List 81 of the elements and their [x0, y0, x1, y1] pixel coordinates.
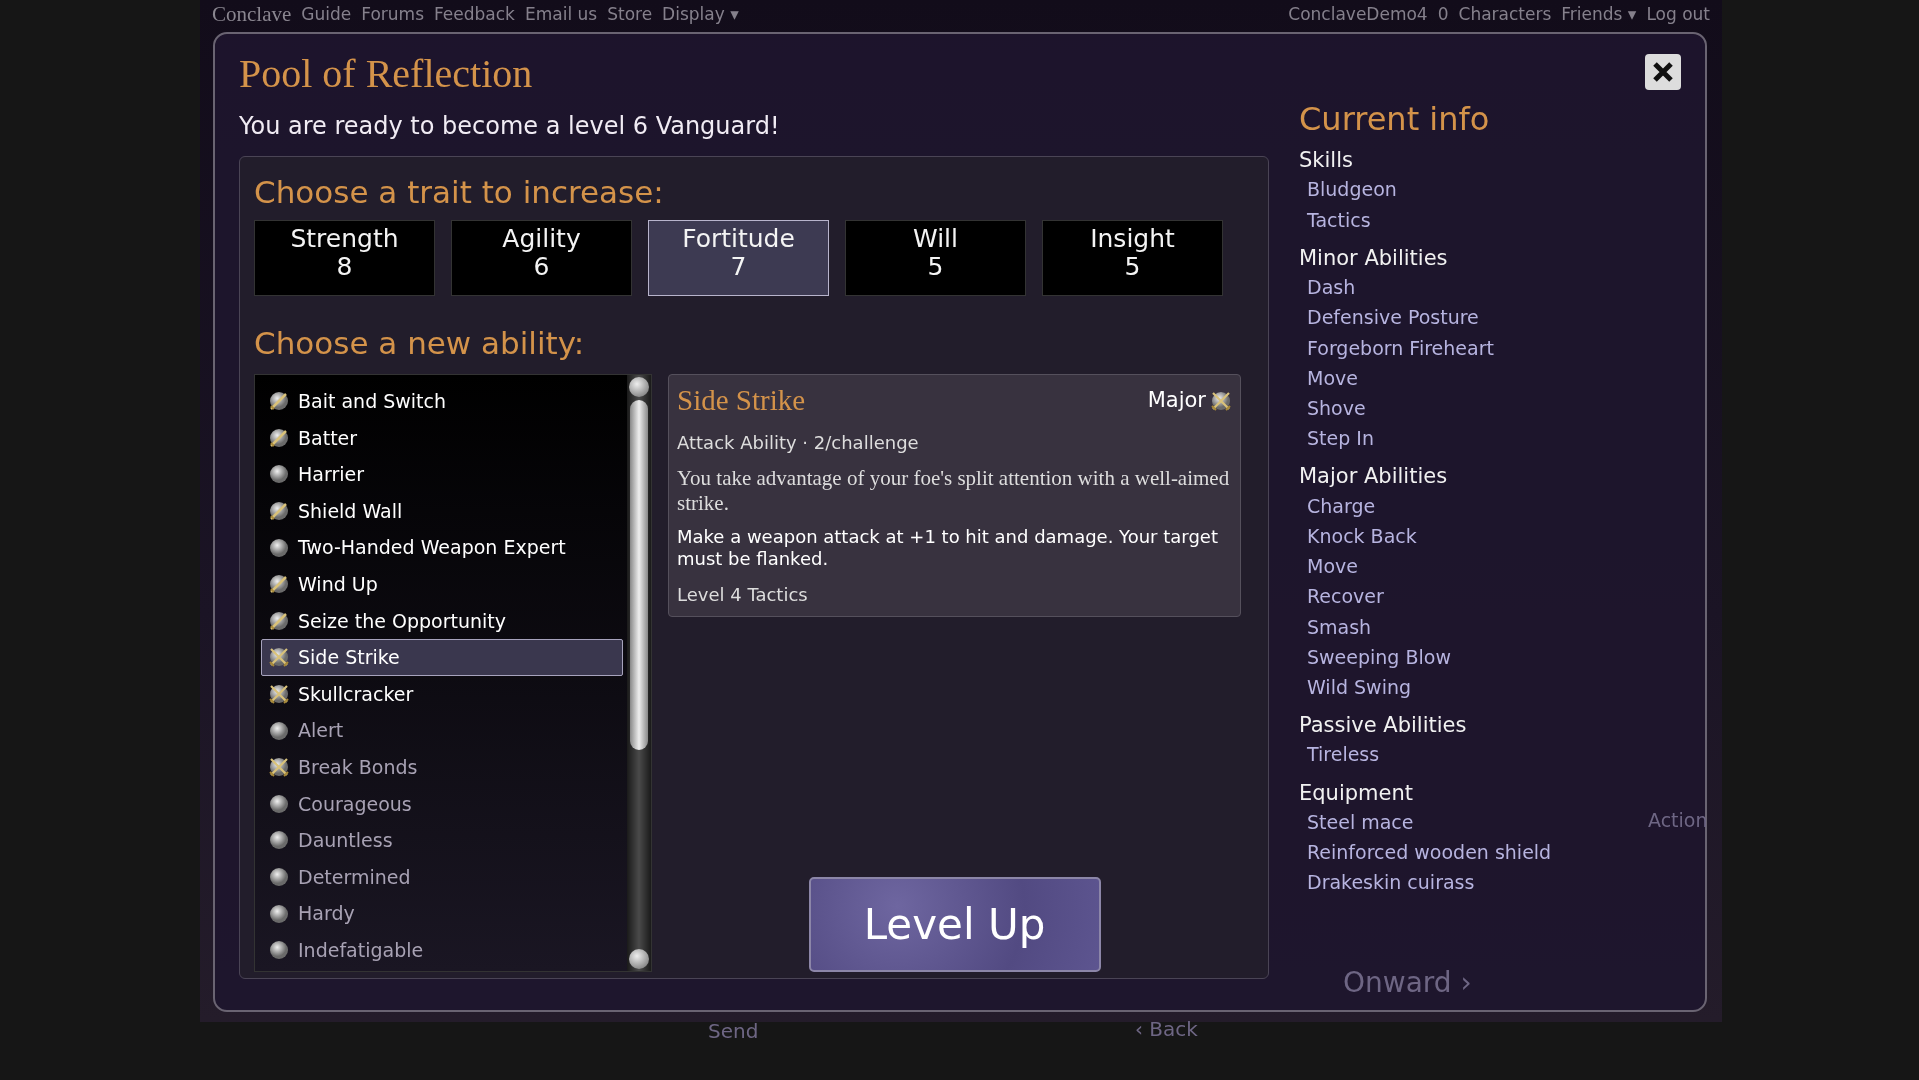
ability-item[interactable]: Batter — [261, 419, 623, 457]
group-title: Equipment — [1299, 779, 1414, 807]
count-label: 0 — [1437, 3, 1449, 27]
ability-item[interactable]: Seize the Opportunity — [261, 602, 623, 640]
flavor-text: You take advantage of your foe's split attention with a well-aimed strike. — [677, 465, 1231, 516]
info-item: Tireless — [1306, 742, 1381, 768]
sword-icon — [268, 573, 290, 596]
close-icon — [1651, 60, 1675, 84]
group-title: Skills — [1299, 147, 1354, 175]
username[interactable]: ConclaveDemo4 — [1288, 2, 1428, 28]
info-item: Steel mace — [1306, 809, 1415, 835]
orb-icon — [268, 792, 290, 815]
dialog-title: Pool of Reflection — [239, 54, 534, 94]
ability-item[interactable]: Harrier — [261, 456, 623, 493]
crossed-swords-icon — [268, 683, 290, 706]
nav-link[interactable]: Characters — [1458, 2, 1552, 28]
info-item: Recover — [1306, 584, 1385, 610]
effect-text: Make a weapon attack at +1 to hit and damage. Your target must be flanked. — [677, 525, 1219, 571]
sword-icon — [268, 500, 290, 523]
ability-item[interactable]: Skullcracker — [261, 675, 623, 713]
nav-link[interactable]: Store — [607, 2, 653, 28]
nav-link[interactable]: Guide — [301, 2, 352, 28]
ability-item[interactable]: Bait and Switch — [261, 383, 623, 420]
site-logo[interactable]: Conclave — [212, 0, 292, 31]
requirement: Level 4 Tactics — [677, 582, 809, 607]
ability-item[interactable]: Two-Handed Weapon Expert — [261, 529, 623, 566]
trait-tab[interactable]: Will 5 — [845, 219, 1026, 296]
orb-icon — [268, 866, 290, 888]
crossed-swords-icon — [268, 756, 290, 779]
info-item: Reinforced wooden shield — [1306, 840, 1552, 866]
info-item: Knock Back — [1306, 523, 1418, 549]
info-item: Wild Swing — [1306, 674, 1412, 700]
group-title: Minor Abilities — [1299, 244, 1449, 272]
info-item: Sweeping Blow — [1306, 644, 1452, 670]
info-item: Shove — [1306, 396, 1367, 421]
ability-item[interactable]: Wind Up — [261, 565, 623, 603]
info-item: Smash — [1306, 614, 1373, 640]
orb-icon — [268, 719, 290, 742]
trait-tab[interactable]: Strength 8 — [254, 219, 435, 296]
section-heading: Choose a new ability: — [254, 323, 586, 363]
ability-item[interactable]: Side Strike — [261, 639, 623, 676]
trait-tab[interactable]: Insight 5 — [1042, 219, 1223, 296]
crossed-swords-icon — [268, 646, 290, 669]
orb-icon — [268, 902, 290, 925]
level-up-button[interactable]: Level Up — [808, 877, 1101, 972]
section-heading: Current info — [1299, 102, 1491, 138]
orb-icon — [268, 939, 290, 962]
nav-link[interactable]: Email us — [524, 2, 598, 28]
nav-link[interactable]: Friends ▾ — [1561, 2, 1637, 28]
info-item: Step In — [1306, 426, 1375, 452]
info-item: Defensive Posture — [1306, 305, 1480, 331]
info-item: Charge — [1306, 493, 1377, 519]
nav-link[interactable]: Display ▾ — [662, 2, 739, 28]
ability-name: Side Strike — [677, 383, 806, 418]
tier-label: Major — [1147, 387, 1206, 414]
group-title: Passive Abilities — [1299, 712, 1468, 740]
trait-tab[interactable]: Agility 6 — [451, 219, 632, 296]
sword-icon — [268, 390, 290, 413]
nav-link[interactable]: Forums — [361, 2, 424, 28]
nav-link[interactable]: Feedback — [434, 2, 515, 28]
orb-icon — [268, 536, 290, 559]
message: You are ready to become a level 6 Vanguard! — [239, 111, 781, 142]
ability-item[interactable]: Shield Wall — [261, 492, 623, 530]
trait-tab[interactable]: Fortitude 7 — [648, 219, 829, 296]
info-item: Drakeskin cuirass — [1306, 870, 1476, 896]
info-item: Tactics — [1306, 207, 1372, 233]
info-item: Move — [1306, 365, 1359, 391]
info-item: Bludgeon — [1306, 177, 1398, 203]
ability-type: Attack Ability · 2/challenge — [677, 430, 920, 455]
info-item: Move — [1306, 554, 1359, 580]
info-item: Forgeborn Fireheart — [1306, 335, 1495, 361]
scrollbar[interactable] — [627, 375, 651, 971]
section-heading: Choose a trait to increase: — [254, 173, 665, 212]
sword-icon — [268, 609, 290, 632]
group-title: Major Abilities — [1299, 463, 1449, 491]
info-item: Dash — [1306, 275, 1357, 301]
orb-icon — [268, 463, 290, 486]
sword-icon — [268, 426, 290, 449]
orb-icon — [268, 829, 290, 852]
close-button[interactable] — [1645, 54, 1681, 90]
nav-link[interactable]: Log out — [1646, 2, 1710, 28]
